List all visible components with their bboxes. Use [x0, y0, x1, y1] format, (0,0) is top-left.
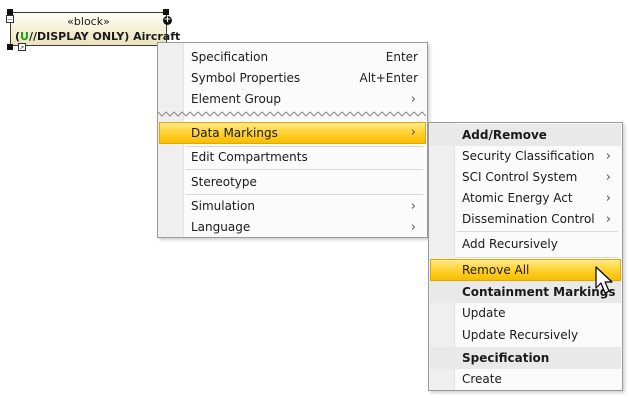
submenu-arrow-icon: › [410, 220, 416, 235]
menu-separator [457, 257, 618, 258]
menu-item-language[interactable]: Language › [159, 217, 426, 238]
collapsed-items-zigzag [158, 111, 427, 117]
menu-header-add-remove: Add/Remove [430, 124, 621, 146]
menu-separator [186, 169, 423, 170]
menu-item-add-recursively[interactable]: Add Recursively [430, 234, 621, 255]
submenu-arrow-icon: › [410, 199, 416, 214]
resize-handle-top-left[interactable] [7, 9, 13, 15]
add-element-icon[interactable]: + [163, 16, 172, 25]
menu-item-edit-compartments[interactable]: Edit Compartments [159, 147, 426, 168]
menu-item-label: Add Recursively [462, 237, 558, 251]
menu-item-label: Symbol Properties [191, 71, 301, 85]
resize-handle-bottom-left[interactable] [7, 44, 13, 50]
menu-item-label: Specification [191, 50, 269, 64]
menu-item-simulation[interactable]: Simulation › [159, 196, 426, 217]
submenu-arrow-icon: › [410, 92, 416, 107]
context-menu: Specification Enter Symbol Properties Al… [157, 42, 428, 238]
compartment-toggle-icon[interactable]: – [6, 15, 14, 23]
submenu-arrow-icon: › [605, 212, 611, 227]
submenu-arrow-icon: › [605, 149, 611, 164]
menu-header-label: Containment Markings [462, 285, 616, 299]
menu-header-label: Add/Remove [462, 128, 547, 142]
menu-item-remove-all[interactable]: Remove All [430, 259, 621, 281]
menu-header-containment-markings: Containment Markings [430, 281, 621, 303]
submenu-arrow-icon: › [410, 125, 416, 140]
menu-item-atomic-energy-act[interactable]: Atomic Energy Act › [430, 188, 621, 209]
menu-item-label: Language [191, 220, 251, 234]
menu-item-accelerator: Enter [385, 50, 418, 64]
menu-item-update[interactable]: Update [430, 303, 621, 324]
block-name-marker: U [20, 30, 29, 43]
block-name: (U//DISPLAY ONLY) Aircraft [15, 30, 180, 43]
menu-item-label: SCI Control System [462, 170, 578, 184]
submenu-arrow-icon: › [605, 191, 611, 206]
data-markings-submenu: Add/Remove Security Classification › SCI… [428, 122, 623, 391]
menu-item-label: Atomic Energy Act [462, 191, 573, 205]
menu-item-stereotype[interactable]: Stereotype [159, 172, 426, 193]
menu-item-label: Update Recursively [462, 328, 579, 342]
submenu-arrow-icon: › [605, 170, 611, 185]
menu-separator [186, 194, 423, 195]
menu-item-label: Create [462, 372, 502, 386]
menu-item-label: Element Group [191, 92, 282, 106]
menu-item-sci-control-system[interactable]: SCI Control System › [430, 167, 621, 188]
menu-item-element-group[interactable]: Element Group › [159, 89, 426, 110]
menu-item-label: Simulation [191, 199, 255, 213]
menu-item-data-markings[interactable]: Data Markings › [159, 122, 426, 144]
menu-item-label: Update [462, 306, 506, 320]
menu-item-create[interactable]: Create [430, 369, 621, 390]
menu-item-dissemination-control[interactable]: Dissemination Control › [430, 209, 621, 230]
block-stereotype: «block» [67, 15, 110, 28]
menu-item-label: Stereotype [191, 175, 257, 189]
menu-item-symbol-properties[interactable]: Symbol Properties Alt+Enter [159, 68, 426, 89]
menu-item-label: Security Classification [462, 149, 595, 163]
diagram-block[interactable]: «block» (U//DISPLAY ONLY) Aircraft [10, 12, 180, 46]
arrow-cursor-icon [595, 266, 613, 294]
menu-item-accelerator: Alt+Enter [359, 71, 418, 85]
menu-header-label: Specification [462, 351, 550, 365]
menu-separator [457, 231, 618, 232]
menu-item-update-recursively[interactable]: Update Recursively [430, 325, 621, 346]
menu-item-label: Edit Compartments [191, 150, 308, 164]
menu-item-security-classification[interactable]: Security Classification › [430, 146, 621, 167]
link-icon[interactable]: ↗ [18, 43, 26, 51]
menu-item-label: Data Markings [191, 126, 278, 140]
menu-item-label: Remove All [462, 263, 530, 277]
menu-header-specification: Specification [430, 347, 621, 369]
menu-item-label: Dissemination Control [462, 212, 595, 226]
menu-item-specification[interactable]: Specification Enter [159, 47, 426, 68]
